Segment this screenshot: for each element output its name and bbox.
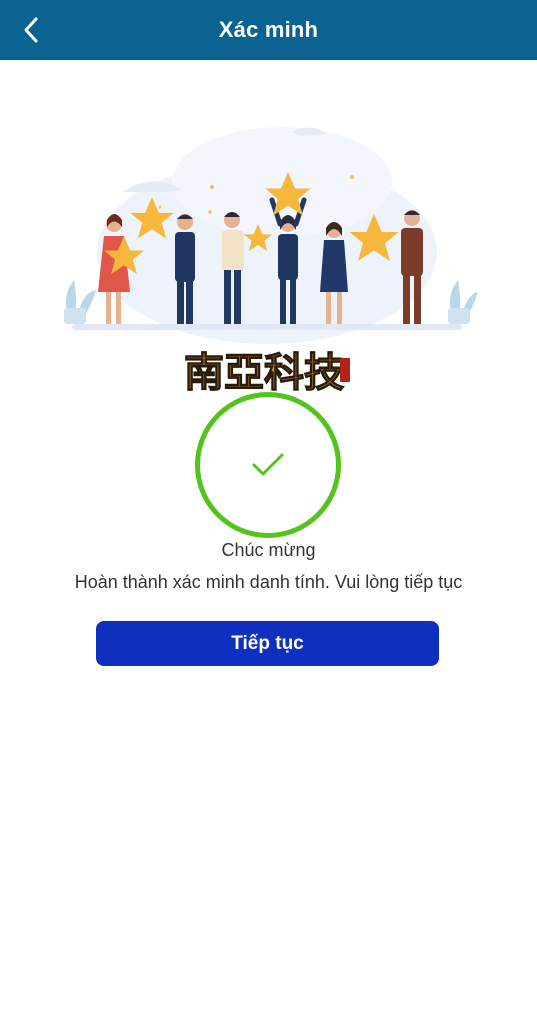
back-button[interactable] [14,12,50,48]
success-indicator [195,392,341,538]
svg-text:南亞科技: 南亞科技 [184,349,344,396]
page-title: Xác minh [218,17,319,42]
success-message: Hoàn thành xác minh danh tính. Vui lòng … [74,572,463,592]
success-title: Chúc mừng [221,540,316,560]
continue-button[interactable]: Tiếp tục [96,621,439,666]
watermark-graphic: 南亞科技 [183,348,350,397]
checkmark-icon [252,453,284,476]
people-with-stars-illustration [64,127,478,344]
chevron-left-icon [24,17,38,43]
app-header: Xác minh [0,0,537,60]
watermark-logo: 南亞科技 [180,340,360,400]
